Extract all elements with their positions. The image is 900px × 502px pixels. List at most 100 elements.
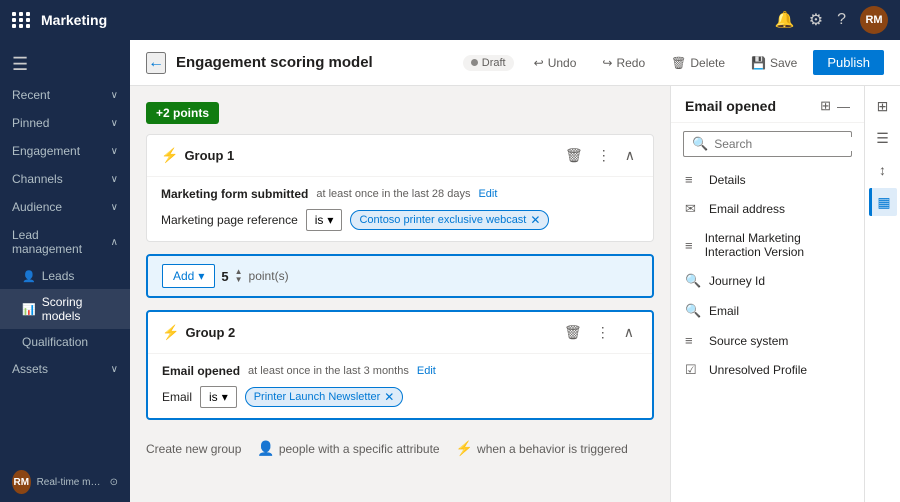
sidebar-item-leads[interactable]: 👤 Leads [0, 263, 130, 289]
sidebar-item-engagement[interactable]: Engagement ∨ [0, 137, 130, 165]
group-1-filter-tag: Contoso printer exclusive webcast ✕ [350, 210, 549, 230]
search-icon: 🔍 [692, 136, 708, 152]
group-1-header: ⚡ Group 1 🗑 ⋮ ∧ [147, 135, 653, 177]
help-icon[interactable]: ? [837, 11, 846, 29]
sidebar-item-audience[interactable]: Audience ∨ [0, 193, 130, 221]
group-2-condition-edit[interactable]: Edit [417, 365, 436, 377]
group-2-header: ⚡ Group 2 🗑 ⋮ ∧ [148, 312, 652, 354]
panel-item-source-system[interactable]: ≡ Source system [671, 326, 864, 355]
group-1-card: ⚡ Group 1 🗑 ⋮ ∧ Marketing form submitted… [146, 134, 654, 242]
back-button[interactable]: ← [146, 52, 166, 74]
points-value: 5 [221, 269, 228, 284]
sidebar-hamburger[interactable]: ☰ [0, 48, 130, 81]
group-1-icon: ⚡ [161, 147, 178, 164]
panel-item-internal-marketing[interactable]: ≡ Internal Marketing Interaction Version [671, 224, 864, 266]
add-chevron-icon: ▾ [198, 269, 204, 283]
internal-marketing-icon: ≡ [685, 238, 697, 253]
toolbar-btn-3[interactable]: ↕ [869, 156, 897, 184]
panel-item-unresolved-profile[interactable]: ☑ Unresolved Profile [671, 355, 864, 385]
filter-op2-chevron: ▾ [222, 390, 228, 404]
group-2-filter-row: Email is ▾ Printer Launch Newsletter ✕ [162, 386, 638, 408]
user-avatar[interactable]: RM [860, 6, 888, 34]
create-group-label: Create new group [146, 442, 241, 456]
group-1-more-btn[interactable]: ⋮ [593, 145, 615, 166]
panel-item-email[interactable]: 🔍 Email [671, 296, 864, 326]
sidebar-item-pinned[interactable]: Pinned ∨ [0, 109, 130, 137]
filter-op-chevron: ▾ [327, 213, 333, 227]
settings-icon[interactable]: ⚙ [809, 10, 823, 30]
group-1-condition-edit[interactable]: Edit [478, 188, 497, 200]
header-bar: ← Engagement scoring model Draft ↩ Undo … [130, 40, 900, 86]
chevron-audience: ∨ [111, 202, 118, 213]
group-1-filter-op[interactable]: is ▾ [306, 209, 343, 231]
redo-icon: ↪ [602, 56, 612, 70]
unresolved-profile-icon: ☑ [685, 362, 701, 378]
panel-item-details[interactable]: ≡ Details [671, 165, 864, 194]
undo-icon: ↩ [534, 56, 544, 70]
group-1-tag-close[interactable]: ✕ [530, 213, 540, 227]
publish-button[interactable]: Publish [813, 50, 884, 75]
sidebar-item-assets[interactable]: Assets ∨ [0, 355, 130, 383]
group-2-condition-sub: at least once in the last 3 months [248, 365, 409, 377]
nav-right: 🔔 ⚙ ? RM [775, 6, 888, 34]
undo-button[interactable]: ↩ Undo [524, 52, 587, 74]
email-icon: 🔍 [685, 303, 701, 319]
sidebar-bottom[interactable]: RM Real-time marketi... ⊙ [0, 462, 130, 502]
group-1-condition-row: Marketing form submitted at least once i… [161, 187, 639, 201]
toolbar-btn-1[interactable]: ⊞ [869, 92, 897, 120]
toolbar-btn-4[interactable]: ▦ [869, 188, 897, 216]
stepper-down[interactable]: ▼ [235, 276, 243, 284]
group-1-body: Marketing form submitted at least once i… [147, 177, 653, 241]
chevron-lead-management: ∧ [111, 237, 118, 248]
group-1-collapse-btn[interactable]: ∧ [621, 145, 639, 166]
sidebar-item-qualification[interactable]: Qualification [0, 329, 130, 355]
org-label: Real-time marketi... [37, 477, 104, 488]
toolbar-btn-2[interactable]: ☰ [869, 124, 897, 152]
panel-title: Email opened [685, 98, 776, 114]
group-2-collapse-btn[interactable]: ∧ [620, 322, 638, 343]
group-1-actions: 🗑 ⋮ ∧ [561, 145, 639, 166]
people-attribute-link[interactable]: 👤 people with a specific attribute [257, 440, 439, 457]
sidebar-item-channels[interactable]: Channels ∨ [0, 165, 130, 193]
draft-dot [471, 59, 478, 66]
group-2-body: Email opened at least once in the last 3… [148, 354, 652, 418]
group-2-tag-close[interactable]: ✕ [384, 390, 394, 404]
right-toolbar: ⊞ ☰ ↕ ▦ [864, 86, 900, 502]
search-input[interactable] [714, 137, 864, 151]
panel-item-journey-id[interactable]: 🔍 Journey Id [671, 266, 864, 296]
sidebar: ☰ Recent ∨ Pinned ∨ Engagement ∨ Channel… [0, 40, 130, 502]
top-nav: Marketing 🔔 ⚙ ? RM [0, 0, 900, 40]
group-1-condition-sub: at least once in the last 28 days [316, 188, 470, 200]
points-stepper[interactable]: ▲ ▼ [235, 268, 243, 284]
panel-content: Email opened ⊞ — 🔍 ≡ Details [671, 86, 864, 502]
behavior-triggered-link[interactable]: ⚡ when a behavior is triggered [456, 440, 628, 457]
org-chevron-icon: ⊙ [110, 477, 118, 488]
chevron-channels: ∨ [111, 174, 118, 185]
page-title: Engagement scoring model [176, 54, 453, 71]
sidebar-item-recent[interactable]: Recent ∨ [0, 81, 130, 109]
group-1-title: Group 1 [184, 148, 555, 163]
sidebar-item-lead-management[interactable]: Lead management ∧ [0, 221, 130, 263]
panel-expand-btn[interactable]: ⊞ [820, 98, 831, 114]
add-button[interactable]: Add ▾ [162, 264, 215, 288]
group-2-more-btn[interactable]: ⋮ [592, 322, 614, 343]
sidebar-bottom-avatar: RM [12, 470, 31, 494]
group-2-filter-op[interactable]: is ▾ [200, 386, 237, 408]
save-button[interactable]: 💾 Save [741, 52, 807, 74]
app-grid-icon[interactable] [12, 12, 31, 28]
panel-header: Email opened ⊞ — [671, 86, 864, 123]
group-2-delete-btn[interactable]: 🗑 [560, 322, 586, 343]
chevron-pinned: ∨ [111, 118, 118, 129]
delete-button[interactable]: 🗑 Delete [661, 52, 735, 74]
redo-button[interactable]: ↪ Redo [592, 52, 655, 74]
panel-item-email-address[interactable]: ✉ Email address [671, 194, 864, 224]
chevron-engagement: ∨ [111, 146, 118, 157]
group-1-filter-row: Marketing page reference is ▾ Contoso pr… [161, 209, 639, 231]
sidebar-item-scoring-models[interactable]: 📊 Scoring models [0, 289, 130, 329]
group-1-delete-btn[interactable]: 🗑 [561, 145, 587, 166]
group-2-filter-tag: Printer Launch Newsletter ✕ [245, 387, 404, 407]
panel-close-btn[interactable]: — [837, 98, 850, 114]
notification-icon[interactable]: 🔔 [775, 10, 795, 30]
points-badge: +2 points [146, 102, 219, 124]
save-icon: 💾 [751, 56, 766, 70]
